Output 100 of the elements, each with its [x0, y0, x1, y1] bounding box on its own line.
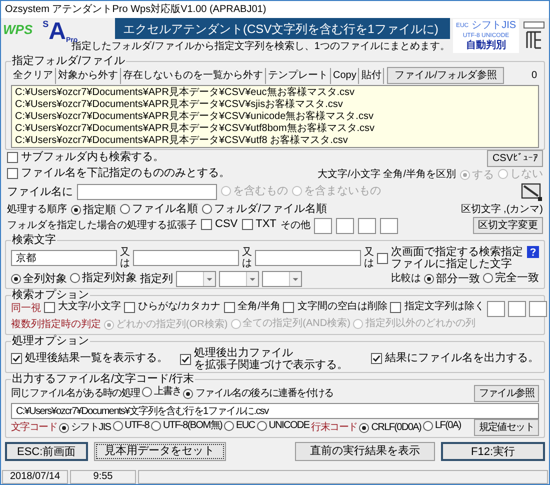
radio-button[interactable]	[142, 387, 152, 397]
edit-icon	[521, 182, 543, 202]
text-field[interactable]	[255, 250, 361, 266]
radio-label: しない	[510, 168, 543, 180]
group-title: 指定フォルダ/ファイル	[11, 55, 126, 67]
checkbox[interactable]	[371, 352, 382, 364]
file-path: C:¥Users¥ozcr7¥Documents¥APR見本データ¥CSV¥unicode無お客様マスタ.csv	[15, 111, 374, 122]
checkbox-label: 指定文字列は除く	[404, 301, 484, 314]
button[interactable]: ファイル/フォルダ参照	[387, 67, 504, 84]
radio-label: を含むもの	[233, 185, 288, 197]
radio-label: 指定列以外のどれかの列	[365, 318, 476, 330]
toolbar-button[interactable]: 存在しないものを一覧から外す	[121, 68, 266, 84]
radio-button[interactable]	[256, 421, 267, 431]
radio-button[interactable]	[202, 204, 212, 214]
radio-label: UTF-8	[124, 420, 150, 432]
radio-button[interactable]	[151, 421, 162, 431]
caret-icon	[203, 272, 215, 286]
file-count: 0	[531, 69, 538, 83]
or-label: 又は	[364, 247, 374, 269]
checkbox[interactable]	[224, 302, 235, 313]
checkbox-label: TXT	[256, 218, 276, 230]
checkbox-label: 文字間の空白は削除	[297, 301, 388, 314]
text-field[interactable]	[380, 218, 398, 234]
radio-button[interactable]	[183, 388, 194, 398]
checkbox[interactable]	[377, 252, 388, 264]
group-title: 検索文字	[11, 234, 57, 246]
radio-button[interactable]	[224, 421, 234, 431]
radio-label: を含まないもの	[304, 185, 381, 197]
radio-label: ファイル名順	[132, 202, 198, 214]
toolbar-button[interactable]: 対象から外す	[56, 68, 121, 84]
banner: エクセルアテンダント(CSV文字列を含む行を1ファイルに)	[115, 18, 450, 39]
radio-button[interactable]	[11, 274, 21, 284]
button[interactable]: CSVﾋﾞｭｰｱ	[487, 150, 543, 167]
checkbox-label: ファイル名を下記指定のもののみとする。	[21, 167, 230, 180]
file-path: C:¥Users¥ozcr7¥Documents¥APR見本データ¥CSV¥euc無お客様マスタ.csv	[15, 87, 356, 98]
button[interactable]: ファイル参照	[474, 385, 539, 402]
text-field[interactable]	[529, 301, 548, 317]
group-title: 処理オプション	[11, 335, 90, 347]
button[interactable]: 規定値セット	[474, 419, 539, 436]
text-field[interactable]: 京都	[11, 250, 117, 266]
text-field[interactable]	[358, 218, 376, 234]
option-label: フォルダを指定した場合の処理する拡張子	[7, 220, 197, 232]
radio-label: 上書き	[154, 386, 182, 398]
radio-button[interactable]	[59, 422, 70, 432]
caret-icon	[289, 272, 301, 286]
button[interactable]: 直前の実行結果を表示	[294, 442, 435, 460]
checkbox[interactable]	[11, 352, 22, 364]
section-label: 複数列指定時の判定	[11, 319, 101, 331]
radio-button[interactable]	[112, 421, 123, 431]
radio-button[interactable]	[359, 422, 370, 432]
radio-label: 完全一致	[495, 272, 539, 284]
dropdown[interactable]	[219, 270, 259, 286]
radio-button[interactable]	[70, 272, 80, 282]
checkbox-label: 結果にファイル名を出力する。	[385, 352, 539, 364]
toolbar-button[interactable]: テンプレート	[266, 68, 331, 84]
checkbox[interactable]	[44, 302, 55, 313]
checkbox[interactable]	[201, 218, 212, 230]
radio-label: UTF-8(BOM無)	[163, 420, 222, 432]
text-field[interactable]	[314, 218, 332, 234]
checkbox[interactable]	[390, 302, 402, 313]
toolbar-button[interactable]: 全クリア	[11, 68, 56, 84]
option-label: 同じファイル名がある時の処理	[11, 388, 140, 400]
text-field[interactable]	[336, 218, 354, 234]
checkbox[interactable]	[180, 354, 191, 364]
checkbox[interactable]	[7, 152, 18, 163]
file-path: C:¥Users¥ozcr7¥Documents¥APR見本データ¥CSV¥sjisお客様マスタ.csv	[15, 99, 344, 110]
checkbox[interactable]	[7, 168, 18, 179]
radio-label: ファイル名の後ろに連番を付ける	[195, 388, 334, 400]
radio-label: シフトJIS	[71, 422, 111, 434]
option-label: 処理する順序	[7, 204, 67, 216]
checkbox-label: 全角/半角	[238, 301, 280, 314]
status-cell: 2018/07/14	[2, 470, 68, 484]
checkbox[interactable]	[242, 218, 253, 230]
dropdown[interactable]	[262, 270, 302, 286]
button[interactable]: ESC:前画面	[5, 442, 88, 460]
radio-label: 部分一致	[436, 273, 480, 285]
button[interactable]: F12:実行	[440, 442, 545, 460]
toolbar-button[interactable]: Copy	[331, 68, 360, 84]
radio-button[interactable]	[423, 421, 434, 431]
text-field[interactable]	[133, 250, 239, 266]
text-field[interactable]	[77, 184, 217, 200]
text-field[interactable]	[508, 301, 526, 317]
radio-label: 指定列対象	[82, 272, 137, 284]
toolbar-button[interactable]: 貼付	[359, 68, 384, 84]
radio-button[interactable]	[120, 204, 130, 214]
checkbox[interactable]	[283, 302, 294, 313]
dropdown[interactable]	[176, 270, 216, 286]
text-field[interactable]	[487, 301, 506, 317]
button[interactable]: 区切文字変更	[473, 217, 543, 234]
radio-button[interactable]	[483, 272, 493, 282]
text-field[interactable]: C:¥Users¥ozcr7¥Documents¥文字列を含む行を1ファイルに.csv	[11, 402, 539, 418]
file-path: C:¥Users¥ozcr7¥Documents¥APR見本データ¥CSV¥utf8 お客様マスタ.csv	[15, 135, 349, 147]
or-label: 又は	[120, 247, 130, 269]
radio-button[interactable]	[71, 205, 81, 215]
radio-label: CRLF(0D0A)	[371, 422, 422, 434]
radio-button[interactable]	[424, 274, 434, 284]
radio-label: どれかの指定列(OR検索)	[116, 319, 228, 331]
file-path: C:¥Users¥ozcr7¥Documents¥APR見本データ¥CSV¥utf8bom無お客様マスタ.csv	[15, 123, 376, 134]
checkbox[interactable]	[124, 302, 135, 313]
button[interactable]: 見本用データをセット	[94, 442, 226, 460]
